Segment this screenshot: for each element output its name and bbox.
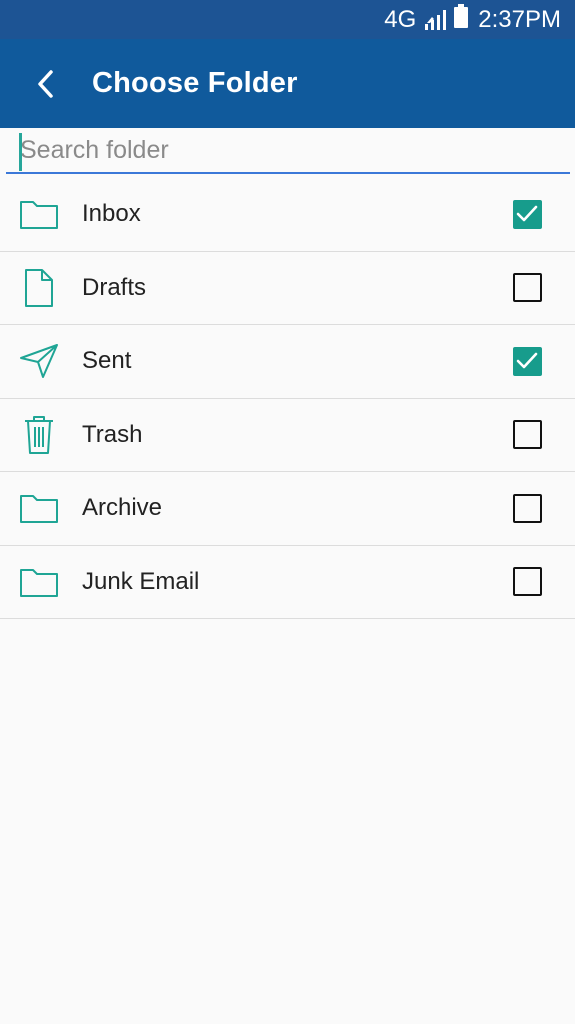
folder-label: Junk Email [82,567,200,595]
status-bar: 4G 2:37PM [0,0,575,39]
folder-row-junk-email[interactable]: Junk Email [0,545,575,619]
clock: 2:37PM [478,5,561,33]
folder-checkbox[interactable] [512,273,542,303]
folder-checkbox[interactable] [512,420,542,450]
folder-row-sent[interactable]: Sent [0,325,575,399]
app-bar: Choose Folder [0,39,575,128]
folder-label: Drafts [82,273,147,301]
folder-checkbox[interactable] [512,346,542,376]
battery-icon [454,4,469,35]
folder-label: Inbox [82,200,141,228]
folder-row-archive[interactable]: Archive [0,472,575,546]
folder-list: Inbox Drafts Sent Trash Archive Junk Ema… [0,178,575,619]
page-title: Choose Folder [92,67,298,99]
trash-icon [0,398,82,471]
text-cursor [19,133,22,171]
chevron-left-icon [38,69,53,98]
network-type: 4G [384,5,417,33]
folder-checkbox[interactable] [512,493,542,523]
folder-row-inbox[interactable]: Inbox [0,178,575,252]
search-input[interactable] [6,130,570,170]
folder-icon [0,545,82,618]
folder-checkbox[interactable] [512,199,542,229]
search-bar [6,128,570,174]
send-icon [0,325,82,398]
folder-icon [0,178,82,251]
folder-checkbox[interactable] [512,567,542,597]
folder-label: Sent [82,347,132,375]
folder-row-drafts[interactable]: Drafts [0,251,575,325]
folder-icon [0,472,82,545]
document-icon [0,251,82,324]
folder-row-trash[interactable]: Trash [0,398,575,472]
folder-label: Trash [82,420,143,448]
back-button[interactable] [0,39,92,128]
folder-label: Archive [82,494,163,522]
signal-icon [424,9,448,31]
